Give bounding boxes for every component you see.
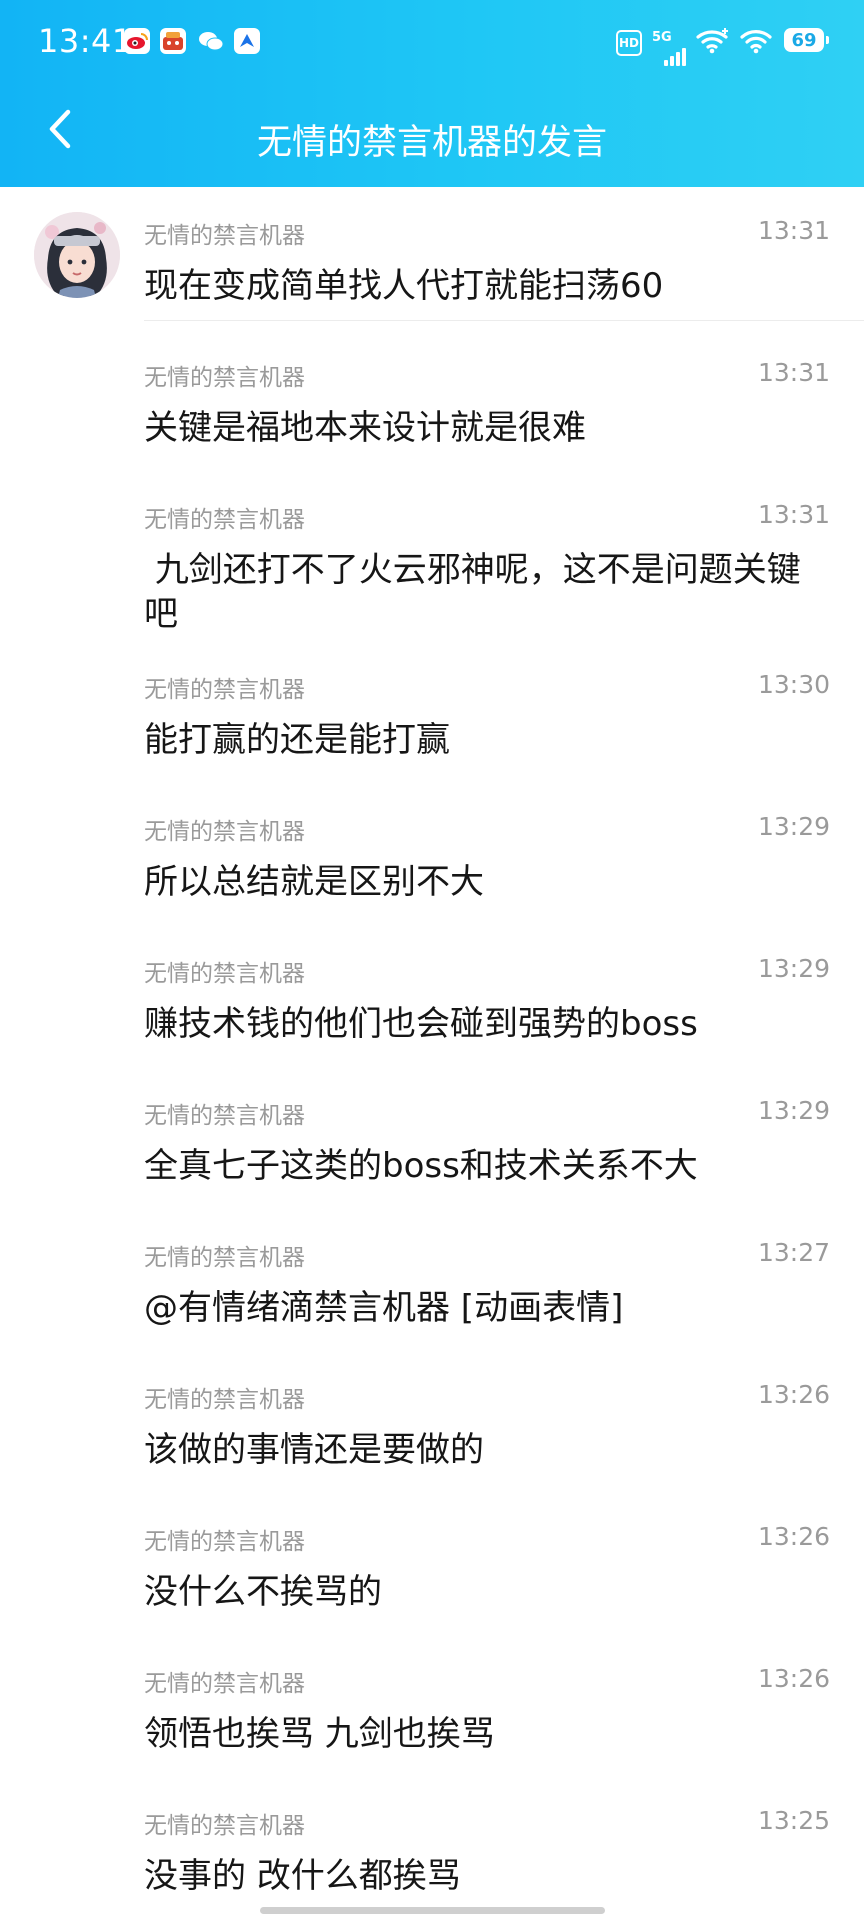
- message-text: 所以总结就是区别不大: [144, 862, 484, 902]
- message-time: 13:25: [757, 1806, 830, 1835]
- message-username: 无情的禁言机器: [144, 819, 305, 845]
- message-time: 13:26: [757, 1522, 830, 1551]
- message-text: 全真七子这类的boss和技术关系不大: [144, 1146, 698, 1186]
- navigation-bar: 无情的禁言机器的发言: [0, 84, 864, 187]
- message-username: 无情的禁言机器: [144, 1529, 305, 1555]
- message-username: 无情的禁言机器: [144, 677, 305, 703]
- message-time: 13:26: [757, 1664, 830, 1693]
- message-app-icon: [234, 28, 260, 54]
- message-time: 13:31: [757, 358, 830, 387]
- message-username: 无情的禁言机器: [144, 1387, 305, 1413]
- battery-indicator: 69: [784, 28, 829, 52]
- message-username: 无情的禁言机器: [144, 1103, 305, 1129]
- message-text: 能打赢的还是能打赢: [144, 720, 450, 760]
- message-text: 赚技术钱的他们也会碰到强势的boss: [144, 1004, 698, 1044]
- message-time: 13:31: [757, 216, 830, 245]
- message-text: 关键是福地本来设计就是很难: [144, 408, 586, 448]
- message-username: 无情的禁言机器: [144, 223, 305, 249]
- wifi-icon: [740, 26, 772, 56]
- message-text: 没什么不挨骂的: [144, 1572, 382, 1612]
- hd-badge: HD: [616, 30, 642, 56]
- message-username: 无情的禁言机器: [144, 1245, 305, 1271]
- message-time: 13:29: [757, 954, 830, 983]
- message-username: 无情的禁言机器: [144, 365, 305, 391]
- message-time: 13:27: [757, 1238, 830, 1267]
- status-time: 13:41: [38, 22, 133, 60]
- game-app-icon: [160, 28, 186, 54]
- home-indicator[interactable]: [260, 1907, 605, 1914]
- message-text: 该做的事情还是要做的: [144, 1430, 484, 1470]
- signal-icon: [664, 36, 686, 66]
- weibo-app-icon: [124, 28, 150, 54]
- message-username: 无情的禁言机器: [144, 1671, 305, 1697]
- message-username: 无情的禁言机器: [144, 1813, 305, 1839]
- message-username: 无情的禁言机器: [144, 507, 305, 533]
- wifi-plus-icon: [696, 26, 730, 56]
- wechat-icon: [198, 28, 224, 54]
- message-time: 13:29: [757, 1096, 830, 1125]
- top-bar: 13:41 HD 5G 69 无情的禁言机器的发言: [0, 0, 864, 187]
- message-time: 13:31: [757, 500, 830, 529]
- page-title: 无情的禁言机器的发言: [256, 123, 607, 163]
- divider: [144, 320, 864, 321]
- message-time: 13:30: [757, 670, 830, 699]
- status-bar: 13:41 HD 5G 69: [0, 0, 864, 84]
- user-avatar[interactable]: [34, 212, 120, 298]
- message-text: 领悟也挨骂 九剑也挨骂: [144, 1714, 495, 1754]
- message-time: 13:26: [757, 1380, 830, 1409]
- message-text: @有情绪滴禁言机器 [动画表情]: [144, 1288, 624, 1328]
- message-time: 13:29: [757, 812, 830, 841]
- message-username: 无情的禁言机器: [144, 961, 305, 987]
- message-text: 现在变成简单找人代打就能扫荡60: [144, 266, 664, 306]
- message-text: 没事的 改什么都挨骂: [144, 1856, 461, 1896]
- message-text: 九剑还打不了火云邪神呢，这不是问题关键吧: [144, 550, 801, 634]
